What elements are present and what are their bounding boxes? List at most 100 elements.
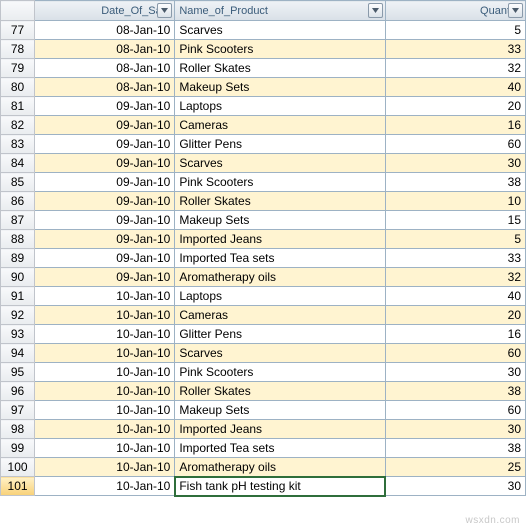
row-number[interactable]: 77 bbox=[1, 21, 35, 40]
row-number[interactable]: 95 bbox=[1, 363, 35, 382]
cell-product[interactable]: Pink Scooters bbox=[175, 173, 385, 192]
cell-date[interactable]: 08-Jan-10 bbox=[35, 21, 175, 40]
filter-button-date[interactable] bbox=[157, 3, 172, 18]
cell-date[interactable]: 08-Jan-10 bbox=[35, 59, 175, 78]
cell-product[interactable]: Laptops bbox=[175, 97, 385, 116]
cell-product[interactable]: Cameras bbox=[175, 306, 385, 325]
row-number[interactable]: 86 bbox=[1, 192, 35, 211]
cell-quantity[interactable]: 30 bbox=[385, 420, 525, 439]
cell-date[interactable]: 10-Jan-10 bbox=[35, 287, 175, 306]
cell-quantity[interactable]: 5 bbox=[385, 230, 525, 249]
cell-quantity[interactable]: 33 bbox=[385, 40, 525, 59]
cell-date[interactable]: 09-Jan-10 bbox=[35, 173, 175, 192]
cell-date[interactable]: 09-Jan-10 bbox=[35, 249, 175, 268]
row-number[interactable]: 82 bbox=[1, 116, 35, 135]
column-header-product[interactable]: Name_of_Product bbox=[175, 1, 385, 21]
cell-date[interactable]: 10-Jan-10 bbox=[35, 477, 175, 496]
cell-date[interactable]: 10-Jan-10 bbox=[35, 420, 175, 439]
row-number[interactable]: 91 bbox=[1, 287, 35, 306]
row-number[interactable]: 81 bbox=[1, 97, 35, 116]
cell-quantity[interactable]: 5 bbox=[385, 21, 525, 40]
cell-date[interactable]: 09-Jan-10 bbox=[35, 154, 175, 173]
cell-quantity[interactable]: 16 bbox=[385, 325, 525, 344]
cell-quantity[interactable]: 15 bbox=[385, 211, 525, 230]
cell-date[interactable]: 10-Jan-10 bbox=[35, 439, 175, 458]
cell-quantity[interactable]: 20 bbox=[385, 97, 525, 116]
cell-quantity[interactable]: 30 bbox=[385, 154, 525, 173]
row-number[interactable]: 78 bbox=[1, 40, 35, 59]
column-header-quantity[interactable]: Quantity bbox=[385, 1, 525, 21]
cell-quantity[interactable]: 25 bbox=[385, 458, 525, 477]
cell-quantity[interactable]: 60 bbox=[385, 135, 525, 154]
cell-quantity[interactable]: 33 bbox=[385, 249, 525, 268]
cell-quantity[interactable]: 30 bbox=[385, 363, 525, 382]
row-number[interactable]: 98 bbox=[1, 420, 35, 439]
cell-date[interactable]: 09-Jan-10 bbox=[35, 97, 175, 116]
cell-date[interactable]: 10-Jan-10 bbox=[35, 344, 175, 363]
cell-product[interactable]: Imported Jeans bbox=[175, 420, 385, 439]
cell-product[interactable]: Glitter Pens bbox=[175, 325, 385, 344]
row-number[interactable]: 80 bbox=[1, 78, 35, 97]
cell-product[interactable]: Pink Scooters bbox=[175, 363, 385, 382]
cell-date[interactable]: 10-Jan-10 bbox=[35, 458, 175, 477]
row-number[interactable]: 94 bbox=[1, 344, 35, 363]
cell-quantity[interactable]: 40 bbox=[385, 287, 525, 306]
cell-product[interactable]: Makeup Sets bbox=[175, 211, 385, 230]
cell-date[interactable]: 08-Jan-10 bbox=[35, 78, 175, 97]
filter-button-quantity[interactable] bbox=[508, 3, 523, 18]
row-number[interactable]: 85 bbox=[1, 173, 35, 192]
cell-product[interactable]: Scarves bbox=[175, 154, 385, 173]
cell-quantity[interactable]: 10 bbox=[385, 192, 525, 211]
cell-quantity[interactable]: 20 bbox=[385, 306, 525, 325]
row-number[interactable]: 97 bbox=[1, 401, 35, 420]
cell-date[interactable]: 10-Jan-10 bbox=[35, 363, 175, 382]
cell-quantity[interactable]: 60 bbox=[385, 401, 525, 420]
row-number[interactable]: 100 bbox=[1, 458, 35, 477]
cell-quantity[interactable]: 30 bbox=[385, 477, 525, 496]
row-number[interactable]: 89 bbox=[1, 249, 35, 268]
cell-product[interactable]: Makeup Sets bbox=[175, 401, 385, 420]
cell-quantity[interactable]: 38 bbox=[385, 439, 525, 458]
cell-product[interactable]: Roller Skates bbox=[175, 59, 385, 78]
cell-product[interactable]: Imported Jeans bbox=[175, 230, 385, 249]
cell-product[interactable]: Aromatherapy oils bbox=[175, 458, 385, 477]
cell-date[interactable]: 10-Jan-10 bbox=[35, 401, 175, 420]
cell-date[interactable]: 09-Jan-10 bbox=[35, 211, 175, 230]
row-number[interactable]: 101 bbox=[1, 477, 35, 496]
cell-quantity[interactable]: 32 bbox=[385, 268, 525, 287]
cell-date[interactable]: 10-Jan-10 bbox=[35, 382, 175, 401]
cell-product[interactable]: Fish tank pH testing kit bbox=[175, 477, 385, 496]
cell-date[interactable]: 09-Jan-10 bbox=[35, 135, 175, 154]
row-number[interactable]: 96 bbox=[1, 382, 35, 401]
row-number[interactable]: 93 bbox=[1, 325, 35, 344]
cell-date[interactable]: 10-Jan-10 bbox=[35, 306, 175, 325]
cell-product[interactable]: Cameras bbox=[175, 116, 385, 135]
cell-date[interactable]: 08-Jan-10 bbox=[35, 40, 175, 59]
cell-product[interactable]: Roller Skates bbox=[175, 192, 385, 211]
cell-quantity[interactable]: 32 bbox=[385, 59, 525, 78]
cell-product[interactable]: Makeup Sets bbox=[175, 78, 385, 97]
column-header-date[interactable]: Date_Of_Sale bbox=[35, 1, 175, 21]
cell-product[interactable]: Roller Skates bbox=[175, 382, 385, 401]
row-number[interactable]: 79 bbox=[1, 59, 35, 78]
row-number[interactable]: 92 bbox=[1, 306, 35, 325]
row-number[interactable]: 90 bbox=[1, 268, 35, 287]
cell-product[interactable]: Scarves bbox=[175, 21, 385, 40]
cell-product[interactable]: Pink Scooters bbox=[175, 40, 385, 59]
cell-product[interactable]: Aromatherapy oils bbox=[175, 268, 385, 287]
row-number[interactable]: 99 bbox=[1, 439, 35, 458]
cell-product[interactable]: Imported Tea sets bbox=[175, 439, 385, 458]
row-number[interactable]: 84 bbox=[1, 154, 35, 173]
cell-date[interactable]: 09-Jan-10 bbox=[35, 230, 175, 249]
cell-date[interactable]: 09-Jan-10 bbox=[35, 116, 175, 135]
cell-product[interactable]: Imported Tea sets bbox=[175, 249, 385, 268]
cell-product[interactable]: Laptops bbox=[175, 287, 385, 306]
cell-date[interactable]: 09-Jan-10 bbox=[35, 268, 175, 287]
cell-date[interactable]: 10-Jan-10 bbox=[35, 325, 175, 344]
cell-quantity[interactable]: 16 bbox=[385, 116, 525, 135]
row-number[interactable]: 83 bbox=[1, 135, 35, 154]
cell-date[interactable]: 09-Jan-10 bbox=[35, 192, 175, 211]
cell-product[interactable]: Scarves bbox=[175, 344, 385, 363]
cell-quantity[interactable]: 38 bbox=[385, 173, 525, 192]
cell-quantity[interactable]: 40 bbox=[385, 78, 525, 97]
